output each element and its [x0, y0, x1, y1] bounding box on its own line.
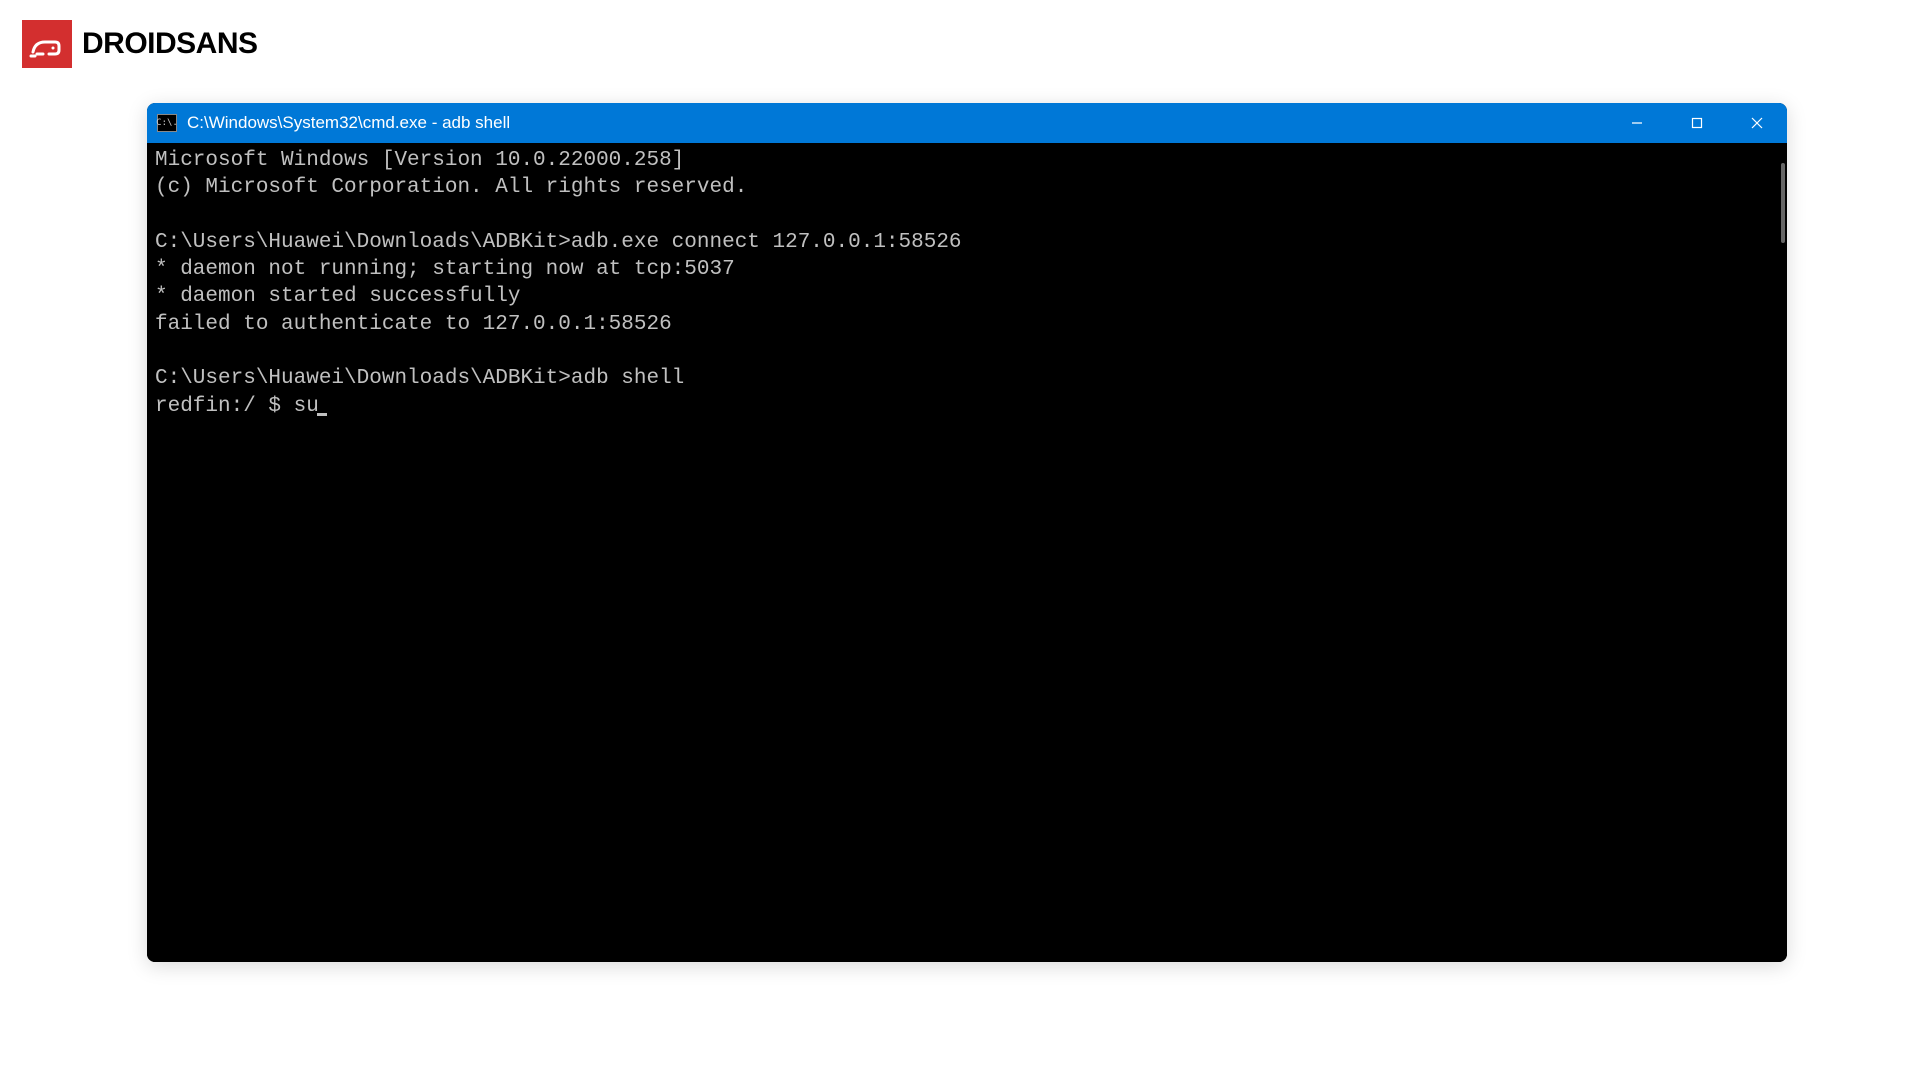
- minimize-button[interactable]: [1607, 103, 1667, 143]
- terminal-line: * daemon not running; starting now at tc…: [155, 258, 735, 281]
- window-controls: [1607, 103, 1787, 143]
- terminal-line: * daemon started successfully: [155, 285, 520, 308]
- watermark-logo: DROIDSANS: [22, 20, 258, 68]
- scrollbar[interactable]: [1781, 163, 1785, 243]
- terminal-body[interactable]: Microsoft Windows [Version 10.0.22000.25…: [147, 143, 1787, 962]
- close-button[interactable]: [1727, 103, 1787, 143]
- logo-text: DROIDSANS: [82, 27, 258, 61]
- cursor-icon: [317, 413, 327, 416]
- titlebar[interactable]: C:\. C:\Windows\System32\cmd.exe - adb s…: [147, 103, 1787, 143]
- terminal-output: Microsoft Windows [Version 10.0.22000.25…: [155, 147, 1779, 420]
- window-title: C:\Windows\System32\cmd.exe - adb shell: [187, 113, 510, 133]
- terminal-line: C:\Users\Huawei\Downloads\ADBKit>adb she…: [155, 367, 684, 390]
- maximize-button[interactable]: [1667, 103, 1727, 143]
- terminal-line: Microsoft Windows [Version 10.0.22000.25…: [155, 149, 684, 172]
- cmd-icon: C:\.: [157, 114, 177, 132]
- terminal-line: C:\Users\Huawei\Downloads\ADBKit>adb.exe…: [155, 231, 962, 254]
- terminal-window: C:\. C:\Windows\System32\cmd.exe - adb s…: [147, 103, 1787, 962]
- terminal-line: redfin:/ $ su: [155, 395, 319, 418]
- terminal-line: failed to authenticate to 127.0.0.1:5852…: [155, 313, 672, 336]
- logo-icon: [22, 20, 72, 68]
- terminal-line: (c) Microsoft Corporation. All rights re…: [155, 176, 747, 199]
